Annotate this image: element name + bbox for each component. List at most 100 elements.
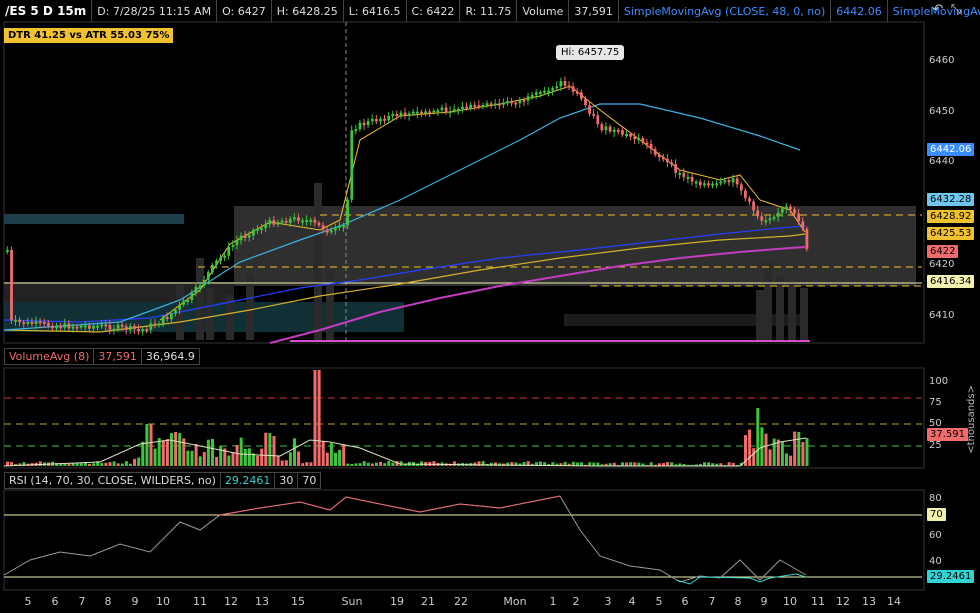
candle — [510, 101, 514, 104]
sma-price-tag: 6442.06 — [927, 143, 975, 156]
volume-study-name[interactable]: VolumeAvg (8) — [4, 348, 95, 365]
candle — [407, 113, 411, 116]
candle — [440, 107, 444, 111]
volume-bar — [202, 452, 206, 466]
candle — [370, 118, 374, 122]
chart-canvas[interactable] — [0, 0, 980, 613]
candle — [633, 136, 637, 140]
candle — [616, 129, 620, 132]
rsi-pane-title[interactable]: RSI (14, 70, 30, CLOSE, WILDERS, no) 29.… — [4, 472, 322, 489]
candle — [596, 115, 600, 125]
candle — [785, 206, 788, 209]
time-axis-label: 14 — [887, 595, 901, 608]
volume-bar — [420, 461, 424, 466]
rsi-axis-label: 40 — [929, 556, 942, 567]
candle — [313, 219, 317, 223]
volume-bar — [776, 439, 780, 466]
candle — [666, 158, 669, 163]
volume-bar — [748, 429, 752, 466]
time-axis-label: 5 — [24, 595, 32, 608]
rsi-study-name[interactable]: RSI (14, 70, 30, CLOSE, WILDERS, no) — [4, 472, 221, 489]
last-price-tag: 6422 — [927, 245, 959, 258]
rsi-axis-label: 80 — [929, 493, 942, 504]
candle — [727, 180, 731, 183]
time-axis-label: 4 — [628, 595, 636, 608]
candle — [186, 299, 190, 302]
volume-study-value: 37,591 — [93, 348, 142, 365]
price-axis-label: 6440 — [929, 156, 955, 167]
volume-bar — [211, 438, 214, 466]
volume-bar — [141, 441, 145, 466]
candle — [133, 325, 136, 329]
candle — [124, 326, 128, 330]
candle — [789, 206, 792, 210]
candle — [539, 92, 542, 95]
volume-bar — [432, 461, 436, 466]
volume-bar — [161, 440, 165, 466]
volume-bar — [764, 433, 768, 466]
candle — [567, 85, 571, 88]
volume-bar — [252, 453, 255, 466]
volume-pane-title[interactable]: VolumeAvg (8) 37,591 36,964.9 — [4, 348, 200, 365]
candle — [563, 81, 567, 86]
candle — [358, 122, 362, 130]
candle — [625, 134, 628, 137]
candle — [518, 99, 522, 104]
candle — [403, 112, 407, 116]
candle — [239, 235, 243, 241]
candle — [63, 323, 67, 328]
candle — [362, 122, 366, 126]
volume-bar — [268, 433, 272, 466]
candle — [694, 181, 698, 184]
volume-bar — [272, 436, 276, 466]
volume-bar — [768, 449, 772, 466]
volume-bar — [666, 462, 670, 466]
candle — [272, 220, 276, 225]
time-axis-label: 2 — [572, 595, 580, 608]
volume-bar — [137, 457, 141, 466]
candle — [690, 176, 694, 182]
rsi-70-tag: 70 — [927, 508, 946, 521]
volume-bar — [805, 438, 809, 466]
candle — [457, 108, 460, 111]
candle — [354, 129, 358, 132]
candle — [756, 210, 760, 217]
candle — [731, 178, 735, 183]
candle — [387, 115, 391, 121]
candle — [161, 317, 165, 324]
candle — [215, 260, 218, 265]
candle — [182, 300, 186, 305]
candle — [391, 114, 395, 117]
time-axis-label: 10 — [156, 595, 170, 608]
candle — [342, 225, 345, 228]
volume-bar — [288, 452, 292, 466]
candle — [534, 92, 538, 95]
candle — [309, 219, 313, 222]
volume-bar — [452, 461, 456, 466]
volume-bar — [797, 431, 801, 466]
candle — [321, 225, 325, 230]
candle — [735, 178, 739, 185]
rsi-overbought-segment — [219, 495, 561, 516]
candle — [104, 324, 108, 327]
volume-bar — [793, 431, 797, 466]
candle — [395, 114, 399, 117]
candle — [223, 255, 227, 258]
candle — [649, 143, 653, 150]
candle — [198, 285, 202, 288]
volume-bar — [707, 462, 711, 466]
time-axis-label: 11 — [193, 595, 207, 608]
candle — [108, 325, 112, 330]
volume-axis-label: 75 — [929, 397, 942, 408]
volume-bar — [174, 431, 178, 466]
candle — [67, 323, 71, 329]
candle — [92, 325, 95, 329]
price-tag: 6432.28 — [927, 193, 975, 206]
candle — [805, 228, 809, 250]
time-axis-label: 22 — [454, 595, 468, 608]
volume-bar — [379, 461, 383, 466]
candle — [526, 96, 530, 101]
candle — [612, 129, 616, 132]
price-axis-label: 6460 — [929, 55, 955, 66]
volume-bar — [92, 463, 96, 466]
